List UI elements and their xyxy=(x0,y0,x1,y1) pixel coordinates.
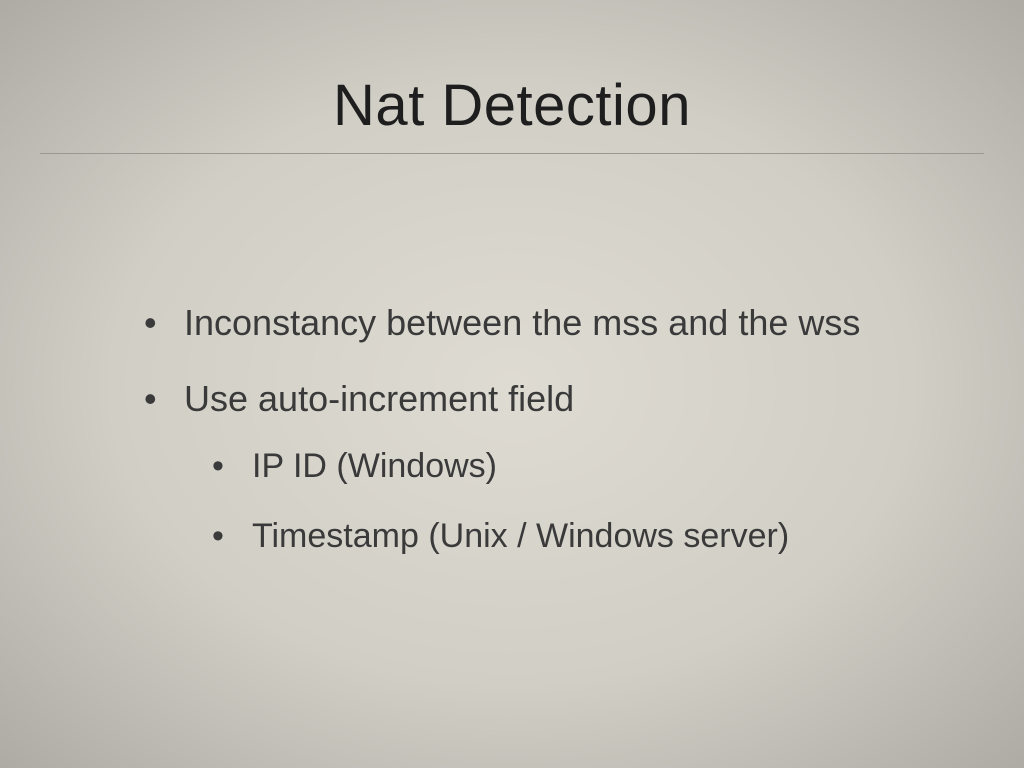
sub-bullet-text: Timestamp (Unix / Windows server) xyxy=(252,517,789,555)
bullet-text: Use auto-increment field xyxy=(184,378,574,419)
sub-bullet-item: IP ID (Windows) xyxy=(208,444,944,490)
bullet-text: Inconstancy between the mss and the wss xyxy=(184,302,860,343)
bullet-item: Inconstancy between the mss and the wss xyxy=(140,300,944,346)
sub-bullet-text: IP ID (Windows) xyxy=(252,447,497,485)
sub-bullet-list: IP ID (Windows) Timestamp (Unix / Window… xyxy=(184,444,944,560)
title-area: Nat Detection xyxy=(0,72,1024,154)
slide-title: Nat Detection xyxy=(0,72,1024,139)
slide: Nat Detection Inconstancy between the ms… xyxy=(0,0,1024,768)
bullet-list: Inconstancy between the mss and the wss … xyxy=(140,300,944,560)
bullet-item: Use auto-increment field IP ID (Windows)… xyxy=(140,376,944,560)
slide-body: Inconstancy between the mss and the wss … xyxy=(140,300,944,590)
title-underline xyxy=(40,153,984,154)
sub-bullet-item: Timestamp (Unix / Windows server) xyxy=(208,514,944,560)
